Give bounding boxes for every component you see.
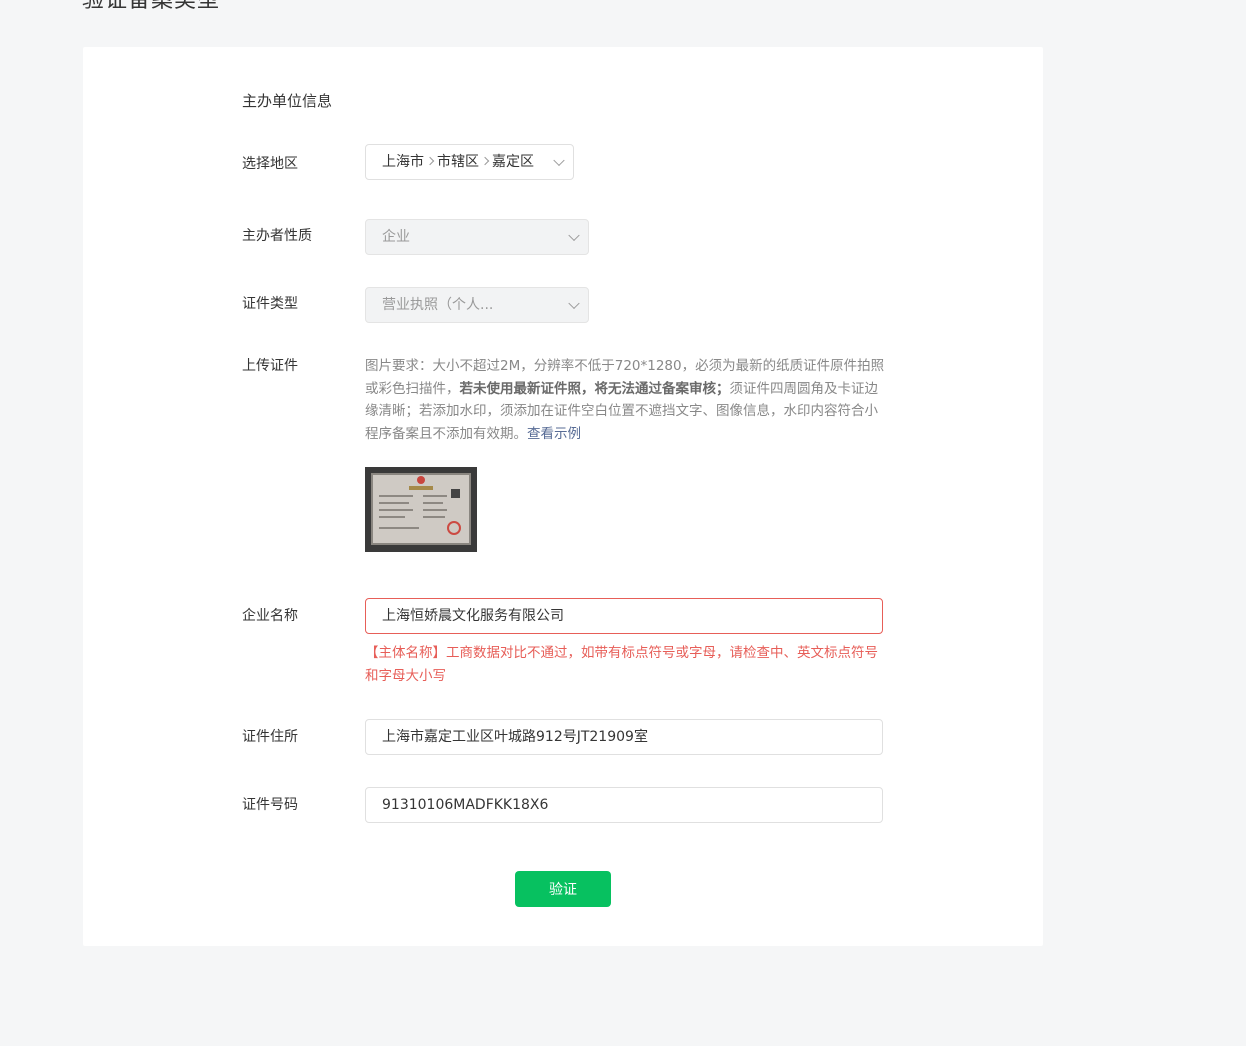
requirements-warning: 若未使用最新证件照，将无法通过备案审核；: [459, 380, 730, 397]
cert-type-value: 营业执照（个人...: [382, 297, 494, 313]
page-title: 验证备案类型: [82, 0, 221, 13]
company-name-input[interactable]: 上海恒娇晨文化服务有限公司: [365, 598, 883, 634]
upload-label: 上传证件: [242, 358, 298, 374]
uploaded-license-thumbnail[interactable]: [365, 467, 477, 552]
nature-select[interactable]: 企业: [365, 219, 589, 255]
address-input[interactable]: 上海市嘉定工业区叶城路912号JT21909室: [365, 719, 883, 755]
view-example-link[interactable]: 查看示例: [527, 426, 581, 442]
license-image: [371, 473, 471, 545]
address-value: 上海市嘉定工业区叶城路912号JT21909室: [382, 729, 648, 745]
cert-no-value: 91310106MADFKK18X6: [382, 797, 549, 813]
region-province: 上海市: [382, 154, 424, 170]
nature-label: 主办者性质: [242, 228, 312, 244]
region-district: 嘉定区: [492, 154, 534, 170]
cert-type-label: 证件类型: [242, 296, 298, 312]
chevron-down-icon: [553, 154, 565, 167]
region-label: 选择地区: [242, 156, 298, 172]
company-name-error: 【主体名称】工商数据对比不通过，如带有标点符号或字母，请检查中、英文标点符号和字…: [365, 645, 878, 684]
address-label: 证件住所: [242, 729, 298, 745]
cert-no-input[interactable]: 91310106MADFKK18X6: [365, 787, 883, 823]
company-name-label: 企业名称: [242, 608, 298, 624]
chevron-right-icon: [480, 156, 490, 166]
upload-requirements: 图片要求：大小不超过2M，分辨率不低于720*1280，必须为最新的纸质证件原件…: [365, 355, 885, 445]
cert-type-select[interactable]: 营业执照（个人...: [365, 287, 589, 323]
chevron-down-icon: [568, 297, 580, 310]
verify-button[interactable]: 验证: [515, 871, 611, 907]
region-city: 市辖区: [437, 154, 479, 170]
chevron-right-icon: [425, 156, 435, 166]
region-select[interactable]: 上海市 市辖区 嘉定区: [365, 144, 574, 180]
nature-value: 企业: [382, 229, 410, 245]
section-title: 主办单位信息: [242, 92, 333, 110]
chevron-down-icon: [568, 229, 580, 242]
cert-no-label: 证件号码: [242, 797, 298, 813]
company-name-value: 上海恒娇晨文化服务有限公司: [382, 608, 564, 624]
